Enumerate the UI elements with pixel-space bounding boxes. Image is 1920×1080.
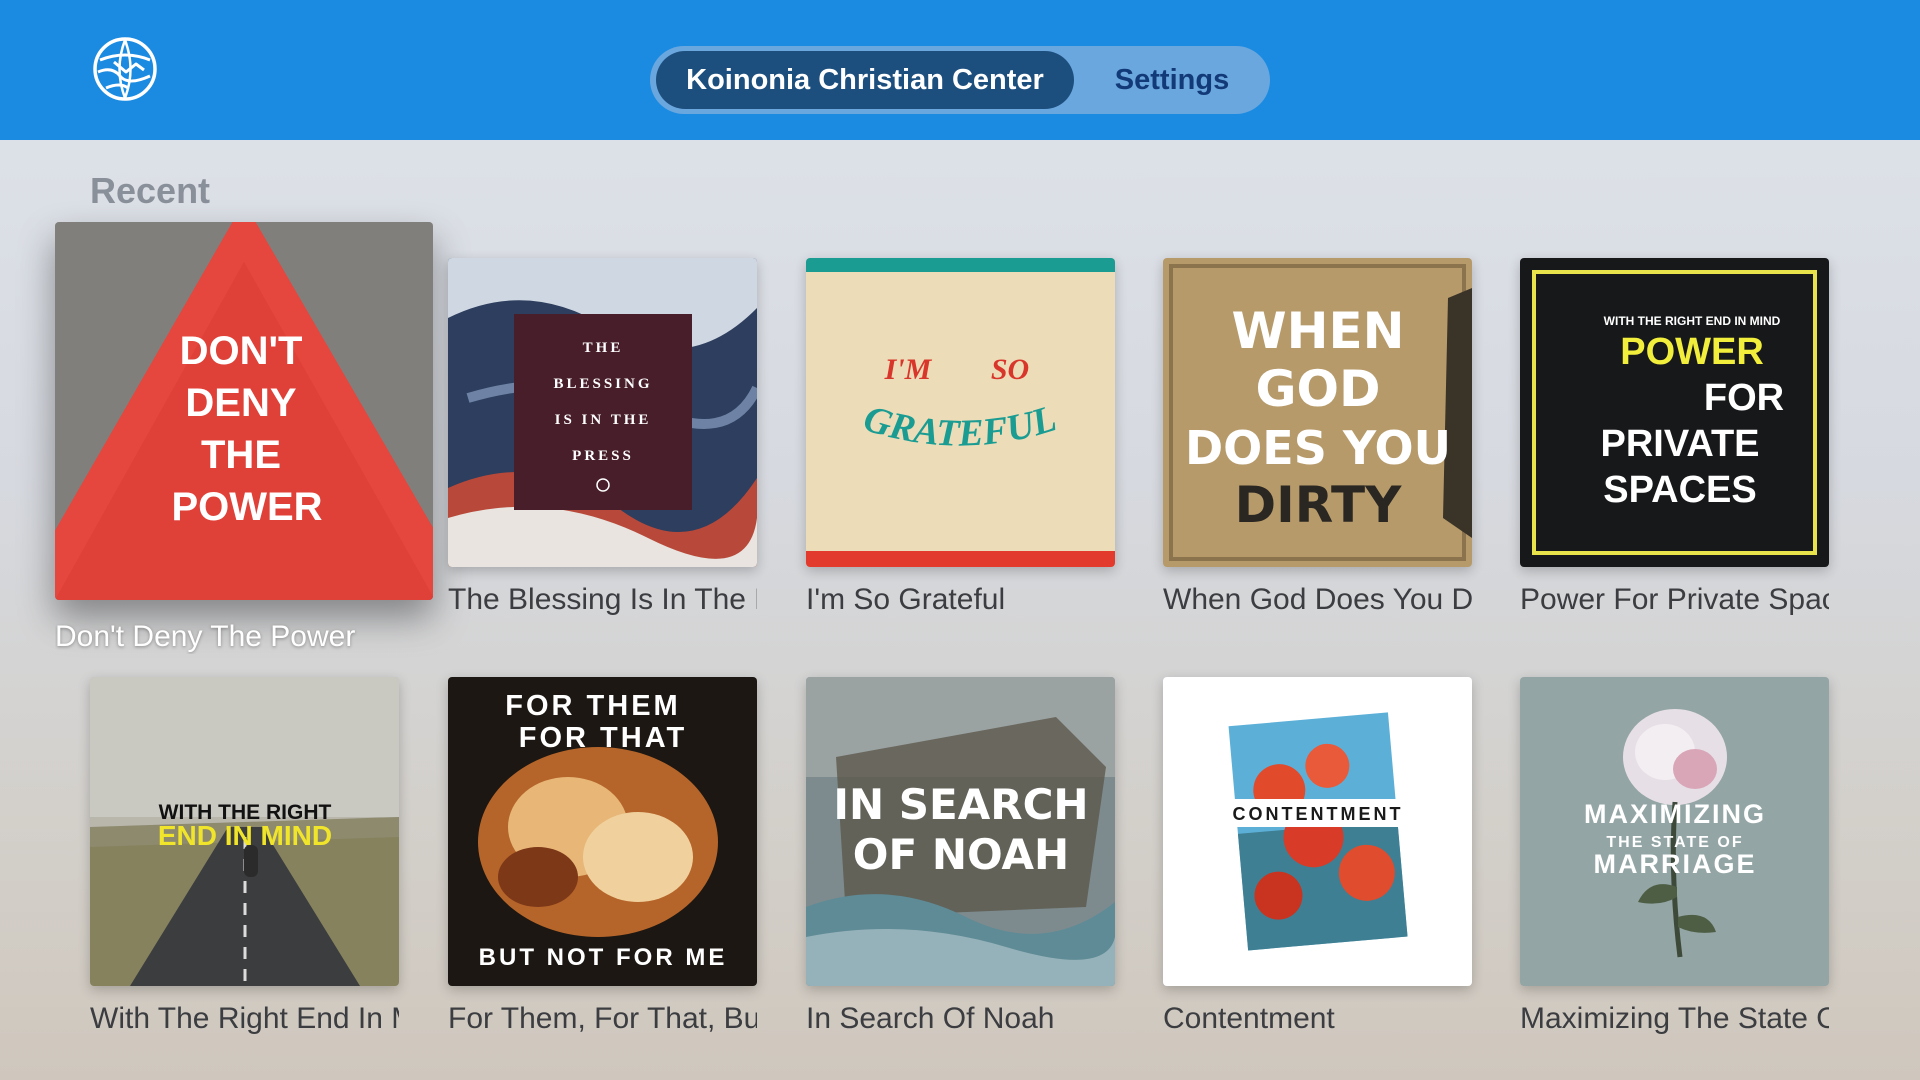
art-text: IS IN THE (555, 412, 652, 428)
art-text: CONTENTMENT (1233, 804, 1404, 824)
card-title: In Search Of Noah (806, 1002, 1055, 1035)
card-title: With The Right End In Mind (90, 1002, 399, 1035)
art-text: FOR (1704, 377, 1784, 419)
tab-koinonia-christian-center[interactable]: Koinonia Christian Center (656, 51, 1074, 109)
card-title: The Blessing Is In The Press (448, 583, 757, 616)
art-text: I'M (884, 353, 933, 386)
art-text: PRESS (572, 448, 634, 464)
art-text: THE (201, 433, 281, 477)
art-text: WITH THE RIGHT END IN MIND (1604, 314, 1781, 328)
art-text: BUT NOT FOR ME (479, 944, 728, 971)
art-text: FOR THAT (519, 722, 687, 754)
art-text: THE (583, 340, 624, 356)
art-text: DENY (185, 381, 296, 425)
sermon-artwork: THE BLESSING IS IN THE PRESS (448, 258, 757, 567)
art-text: END IN MIND (158, 820, 332, 851)
card-title: When God Does You Dirty (1163, 583, 1472, 616)
sermon-artwork: FOR THEM FOR THAT BUT NOT FOR ME (448, 677, 757, 986)
sermon-artwork: MAXIMIZING THE STATE OF MARRIAGE (1520, 677, 1829, 986)
sermon-artwork: IN SEARCH OF NOAH (806, 677, 1115, 986)
top-bar: Koinonia Christian Center Settings (0, 0, 1920, 140)
art-text: FOR THEM (505, 690, 680, 722)
tab-settings[interactable]: Settings (1080, 51, 1264, 109)
card-title: Maximizing The State Of Marriage (1520, 1002, 1829, 1035)
sermon-artwork: WITH THE RIGHT END IN MIND POWER FOR PRI… (1520, 258, 1829, 567)
art-text: PRIVATE (1600, 423, 1759, 465)
art-text: IN SEARCH (833, 780, 1088, 829)
art-text: SPACES (1603, 469, 1756, 511)
art-text: DON'T (180, 329, 303, 373)
art-text: OF NOAH (853, 830, 1069, 879)
sermon-artwork: WITH THE RIGHT END IN MIND (90, 677, 399, 986)
card-title: Contentment (1163, 1002, 1335, 1035)
globe-handshake-icon[interactable] (92, 36, 158, 102)
art-text: MARRIAGE (1594, 849, 1757, 879)
card-title: I'm So Grateful (806, 583, 1006, 616)
art-text: POWER (171, 485, 322, 529)
art-text: DIRTY (1235, 476, 1402, 534)
sermon-artwork: I'M SO GRATEFUL (806, 258, 1115, 567)
art-text: GOD (1255, 360, 1380, 418)
card-title: Power For Private Spaces (1520, 583, 1829, 616)
art-text: POWER (1620, 331, 1764, 373)
card-title: Don't Deny The Power (55, 620, 356, 653)
art-text: MAXIMIZING (1584, 799, 1766, 829)
section-title: Recent (90, 170, 211, 211)
art-text: BLESSING (553, 376, 652, 392)
card-title: For Them, For That, But Not For Me (448, 1002, 757, 1035)
art-text: DOES YOU (1185, 421, 1451, 475)
sermon-artwork: WHEN GOD DOES YOU DIRTY (1163, 258, 1472, 567)
sermon-artwork: DON'T DENY THE POWER (55, 222, 433, 600)
sermon-artwork: CONTENTMENT (1163, 677, 1472, 986)
top-tab-bar: Koinonia Christian Center Settings (650, 46, 1270, 114)
art-text: WHEN (1232, 302, 1405, 360)
art-text: SO (991, 353, 1029, 386)
